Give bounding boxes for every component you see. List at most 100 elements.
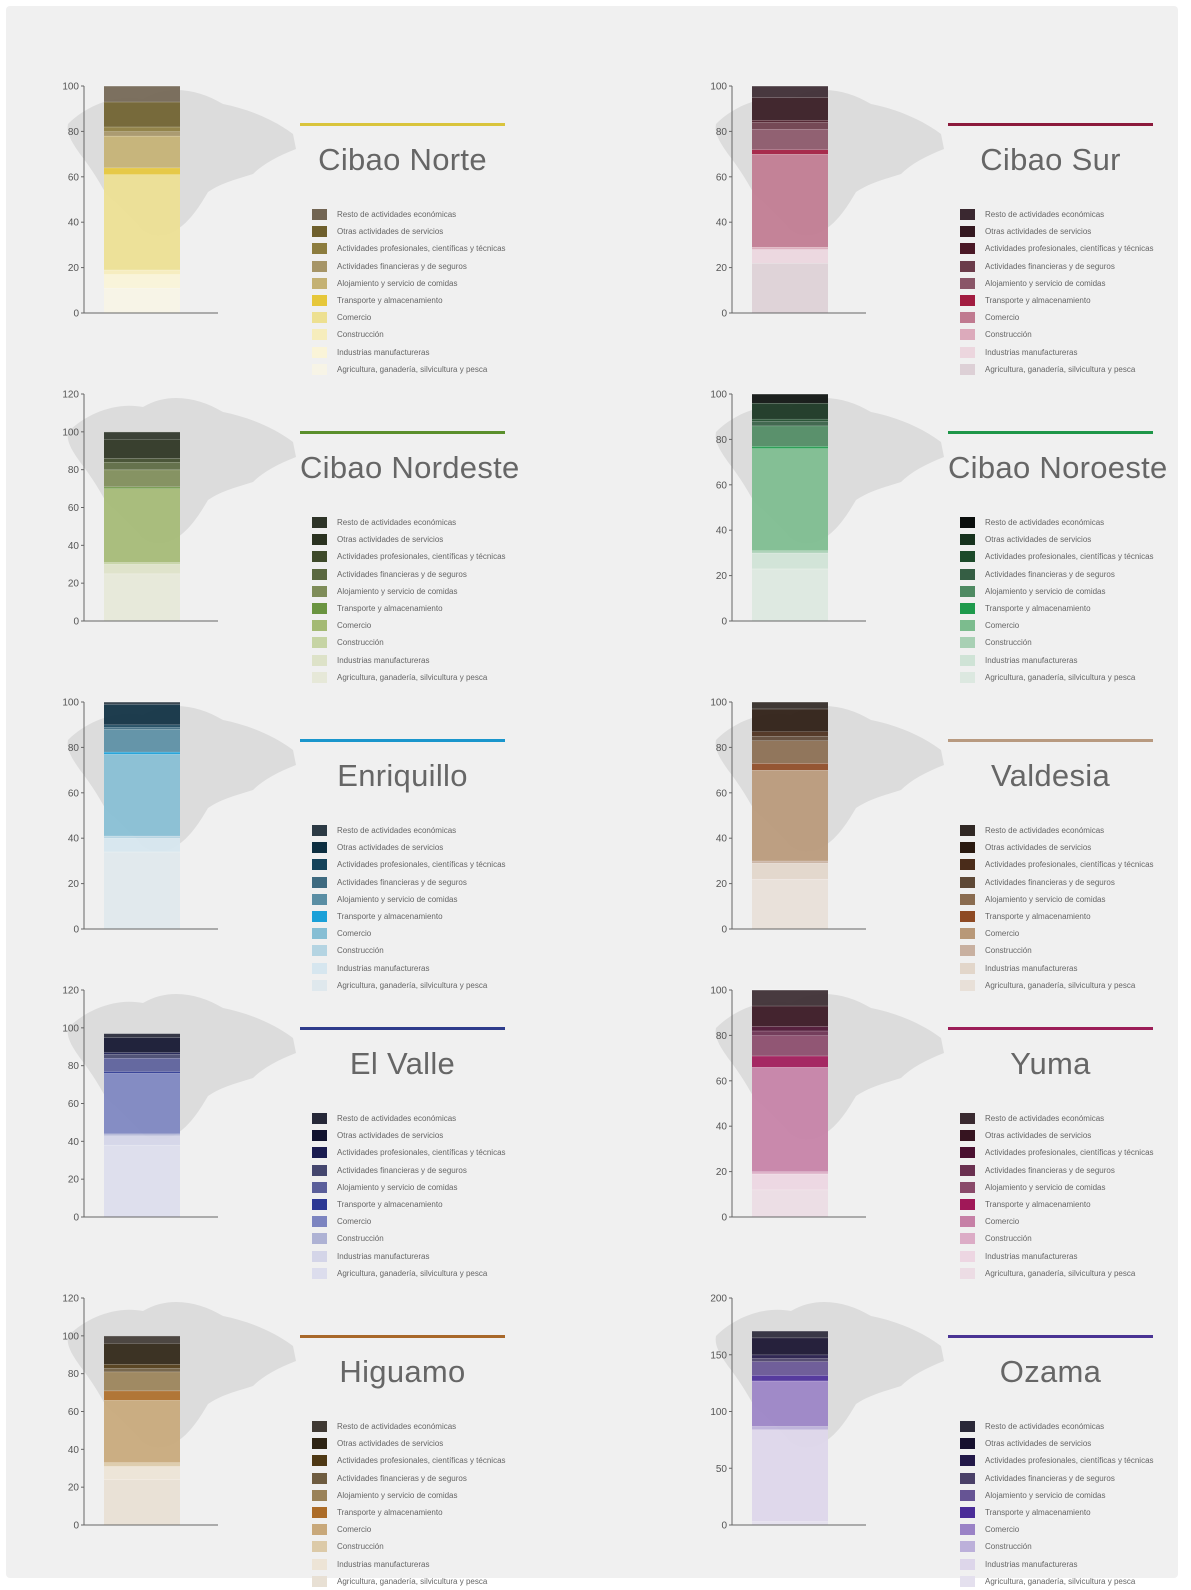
bar-segment xyxy=(104,86,180,102)
legend-swatch xyxy=(960,1455,975,1467)
bar-segment xyxy=(752,1067,828,1172)
legend-item: Construcción xyxy=(312,942,506,959)
bar-segment xyxy=(104,126,180,132)
legend-item: Transporte y almacenamiento xyxy=(960,292,1154,309)
title-accent-rule xyxy=(948,1027,1153,1030)
legend: Resto de actividades económicas Otras act… xyxy=(312,206,506,378)
y-tick-label: 20 xyxy=(68,579,80,590)
legend-item: Transporte y almacenamiento xyxy=(960,908,1154,925)
legend-item: Construcción xyxy=(960,1230,1154,1247)
bar-segment xyxy=(104,167,180,175)
legend-item: Alojamiento y servicio de comidas xyxy=(312,275,506,292)
y-tick-label: 80 xyxy=(716,435,728,446)
legend-label: Transporte y almacenamiento xyxy=(337,296,443,306)
bar-segment xyxy=(104,1054,180,1059)
legend-label: Industrias manufactureras xyxy=(985,347,1078,357)
bar-segment xyxy=(104,269,180,275)
bar-segment xyxy=(752,552,828,569)
legend-swatch xyxy=(960,859,975,871)
stacked-bar-chart: 0 50 100 150 200 xyxy=(710,1294,866,1532)
legend-item: Otras actividades de servicios xyxy=(960,223,1154,240)
legend-label: Actividades financieras y de seguros xyxy=(337,1165,467,1175)
bar-segment xyxy=(104,851,180,929)
legend-swatch xyxy=(312,1216,327,1228)
legend-item: Resto de actividades económicas xyxy=(960,514,1154,531)
bar-segment xyxy=(752,154,828,248)
y-tick-label: 20 xyxy=(716,263,728,274)
bar-segment xyxy=(752,421,828,426)
legend-item: Actividades financieras y de seguros xyxy=(312,1162,506,1179)
region-panel: 0 20 40 60 80 100 Valdesia Resto de actividades… xyxy=(706,680,1191,991)
y-tick-label: 0 xyxy=(721,1213,727,1224)
legend-label: Comercio xyxy=(985,313,1020,323)
bar-segment xyxy=(104,462,180,470)
legend-item: Construcción xyxy=(960,942,1154,959)
y-tick-label: 80 xyxy=(68,1369,80,1380)
legend-swatch xyxy=(960,1130,975,1142)
legend-label: Resto de actividades económicas xyxy=(337,210,457,220)
title-accent-rule xyxy=(300,739,505,742)
bar-segment xyxy=(752,1521,828,1525)
legend-swatch xyxy=(960,1250,975,1262)
legend-label: Comercio xyxy=(337,1217,372,1227)
legend-label: Alojamiento y servicio de comidas xyxy=(985,586,1106,596)
bar-segment xyxy=(104,564,180,574)
legend-item: Actividades financieras y de seguros xyxy=(960,874,1154,891)
bar-segment xyxy=(104,288,180,313)
bar-segment xyxy=(104,274,180,289)
legend-item: Actividades profesionales, científicas y… xyxy=(312,1452,506,1469)
legend-label: Resto de actividades económicas xyxy=(337,1422,457,1432)
legend-item: Transporte y almacenamiento xyxy=(960,600,1154,617)
legend-swatch xyxy=(312,312,327,324)
legend-label: Agricultura, ganadería, silvicultura y p… xyxy=(337,1576,488,1586)
legend-swatch xyxy=(960,1524,975,1536)
bar-segment xyxy=(104,135,180,168)
bar-segment xyxy=(752,149,828,155)
y-tick-label: 0 xyxy=(721,309,727,320)
y-tick-label: 20 xyxy=(68,263,80,274)
legend-label: Alojamiento y servicio de comidas xyxy=(337,586,458,596)
legend-item: Otras actividades de servicios xyxy=(312,839,506,856)
y-tick-label: 0 xyxy=(73,1521,79,1532)
bar-segment xyxy=(752,731,828,737)
bar-segment xyxy=(752,763,828,771)
bar-segment xyxy=(104,1466,180,1480)
legend-item: Actividades financieras y de seguros xyxy=(312,1470,506,1487)
bar-segment xyxy=(104,131,180,136)
legend-swatch xyxy=(960,243,975,255)
y-tick-label: 20 xyxy=(68,879,80,890)
region-panel: 0 20 40 60 80 100 Cibao Norte Resto de activida… xyxy=(58,64,558,375)
bar-segment xyxy=(104,1371,180,1391)
legend-item: Comercio xyxy=(312,309,506,326)
y-tick-label: 100 xyxy=(62,698,79,709)
legend-label: Otras actividades de servicios xyxy=(337,1131,444,1141)
y-tick-label: 100 xyxy=(62,427,79,438)
legend-item: Construcción xyxy=(960,1538,1154,1555)
legend-label: Actividades financieras y de seguros xyxy=(337,1473,467,1483)
legend-swatch xyxy=(960,551,975,563)
legend-swatch xyxy=(312,568,327,580)
title-accent-rule xyxy=(300,1335,505,1338)
bar-segment xyxy=(104,1479,180,1525)
legend: Resto de actividades económicas Otras act… xyxy=(312,514,506,686)
legend-label: Alojamiento y servicio de comidas xyxy=(985,1490,1106,1500)
stacked-bar-chart: 0 20 40 60 80 100 120 xyxy=(62,986,218,1224)
y-tick-label: 60 xyxy=(68,503,80,514)
legend-swatch xyxy=(312,534,327,546)
legend-swatch xyxy=(312,1233,327,1245)
legend-label: Actividades profesionales, científicas y… xyxy=(985,552,1154,562)
legend-item: Construcción xyxy=(312,326,506,343)
legend-swatch xyxy=(312,876,327,888)
y-tick-label: 80 xyxy=(68,127,80,138)
legend-swatch xyxy=(960,209,975,221)
bar-segment xyxy=(752,1429,828,1522)
legend-item: Actividades profesionales, científicas y… xyxy=(312,1144,506,1161)
bar-segment xyxy=(752,1426,828,1430)
legend-swatch xyxy=(312,654,327,666)
legend-item: Comercio xyxy=(312,617,506,634)
legend-item: Resto de actividades económicas xyxy=(960,1418,1154,1435)
legend-swatch xyxy=(960,1147,975,1159)
legend-swatch xyxy=(312,346,327,358)
y-tick-label: 100 xyxy=(710,390,727,401)
legend-swatch xyxy=(960,842,975,854)
